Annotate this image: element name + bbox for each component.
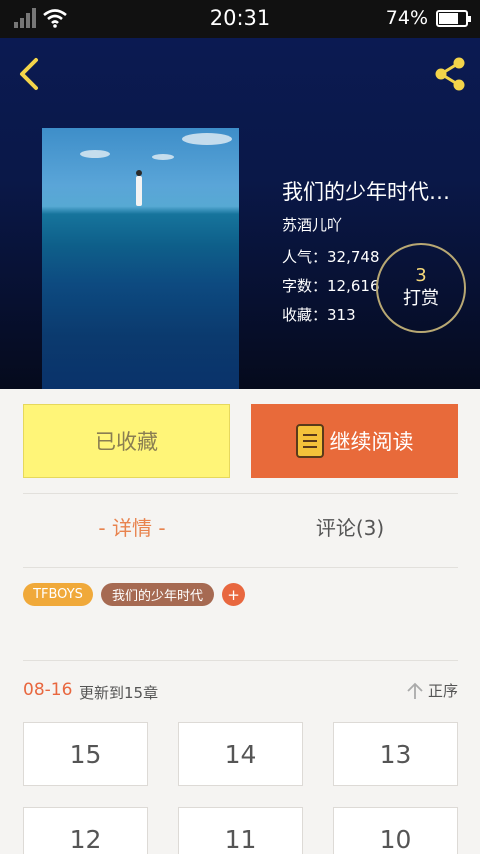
chapter-cell[interactable]: 14 <box>178 722 303 786</box>
arrow-up-icon <box>407 682 423 699</box>
chapter-cell[interactable]: 11 <box>178 807 303 854</box>
tab-comments[interactable]: 评论(3) <box>241 512 459 541</box>
cover-cloud <box>152 154 174 160</box>
book-icon <box>295 424 324 458</box>
wordcount-label: 字数： <box>282 277 328 295</box>
chapter-cell[interactable]: 12 <box>23 807 148 854</box>
divider <box>23 660 458 661</box>
collected-label: 已收藏 <box>95 430 158 454</box>
cover-cloud <box>80 150 110 158</box>
chapter-cell[interactable]: 13 <box>333 722 458 786</box>
battery-percent: 74% <box>385 7 428 29</box>
chapter-cell[interactable]: 15 <box>23 722 148 786</box>
book-author[interactable]: 苏酒儿吖 <box>282 214 342 235</box>
tag-tfboys[interactable]: TFBOYS <box>23 583 93 606</box>
continue-reading-label: 继续阅读 <box>329 430 414 454</box>
book-cover[interactable] <box>42 128 239 389</box>
continue-reading-button[interactable]: 继续阅读 <box>251 404 458 478</box>
sort-toggle[interactable]: 正序 <box>406 680 458 701</box>
tip-count: 3 <box>415 265 427 286</box>
chapter-cell[interactable]: 10 <box>333 807 458 854</box>
tab-detail[interactable]: - 详情 - <box>23 512 241 541</box>
cover-figure <box>136 170 142 206</box>
wordcount-value: 12,616 <box>327 277 380 295</box>
update-text: 更新到15章 <box>79 684 159 702</box>
tip-label: 打赏 <box>403 288 439 309</box>
favorites-value: 313 <box>327 306 356 324</box>
share-button[interactable] <box>430 54 470 94</box>
book-hero: 我们的少年时代… 苏酒儿吖 人气：32,748 字数：12,616 收藏：313… <box>0 38 480 389</box>
update-date: 08-16 <box>23 680 73 700</box>
divider <box>23 493 458 494</box>
book-title: 我们的少年时代… <box>282 180 450 204</box>
stat-favorites: 收藏：313 <box>282 304 356 325</box>
popularity-value: 32,748 <box>327 248 380 266</box>
tag-title[interactable]: 我们的少年时代 <box>101 583 214 606</box>
status-right: 74% <box>385 7 471 29</box>
sort-label: 正序 <box>427 682 458 700</box>
chevron-left-icon <box>20 58 38 90</box>
stat-popularity: 人气：32,748 <box>282 246 380 267</box>
battery-icon <box>436 9 471 27</box>
share-icon <box>435 57 465 91</box>
cover-cloud <box>182 133 232 145</box>
battery-level <box>439 12 459 24</box>
favorites-label: 收藏： <box>282 306 328 324</box>
back-button[interactable] <box>12 54 48 94</box>
popularity-label: 人气： <box>282 248 328 266</box>
tip-button[interactable]: 3 打赏 <box>376 243 466 333</box>
stat-wordcount: 字数：12,616 <box>282 275 380 296</box>
collected-button[interactable]: 已收藏 <box>23 404 230 478</box>
status-bar: 20:31 74% <box>0 0 480 38</box>
divider <box>23 567 458 568</box>
add-tag-button[interactable]: + <box>222 583 245 606</box>
